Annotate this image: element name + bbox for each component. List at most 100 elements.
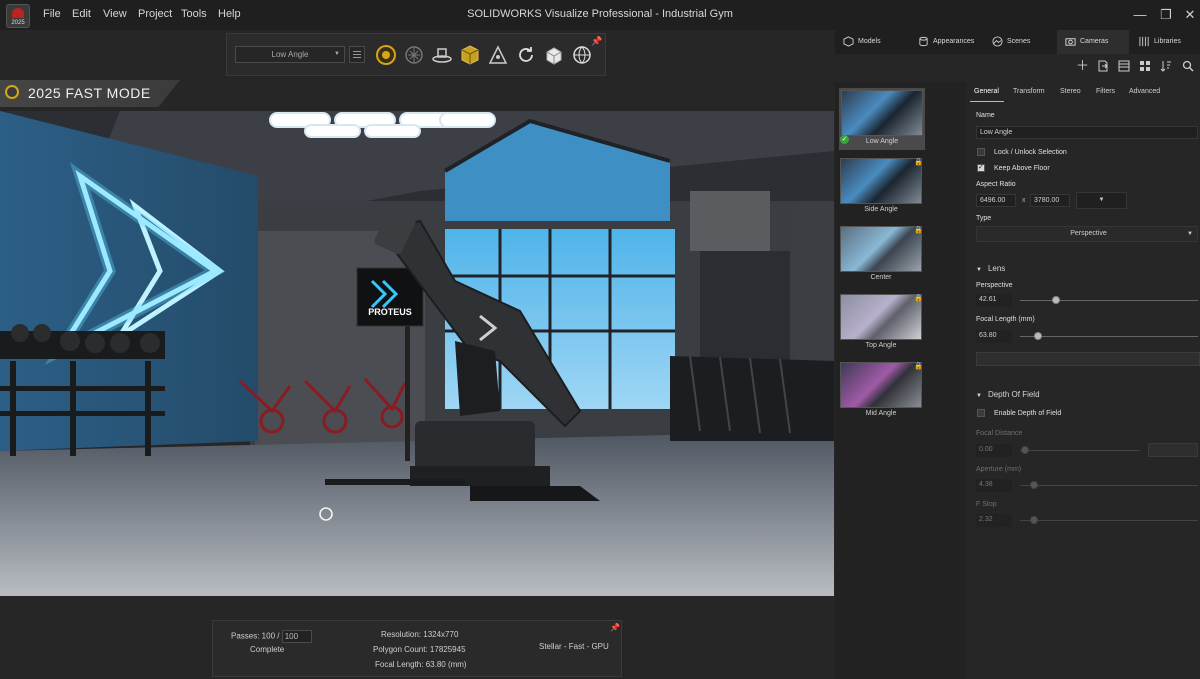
import-icon[interactable] bbox=[1097, 60, 1109, 72]
camera-preview bbox=[840, 294, 922, 340]
fstop-input[interactable]: 2.32 bbox=[976, 514, 1012, 527]
app-year: 2025 bbox=[11, 20, 25, 26]
tab-cameras[interactable]: Cameras bbox=[1057, 30, 1129, 54]
focal-distance-slider-knob[interactable] bbox=[1021, 446, 1029, 454]
name-input[interactable]: Low Angle bbox=[976, 126, 1198, 139]
lens-section-header[interactable]: ▼ Lens bbox=[976, 264, 1005, 273]
camera-thumb-center[interactable]: 🔒 Center bbox=[840, 226, 923, 284]
stats-pin-icon[interactable]: 📌 bbox=[610, 623, 620, 632]
floor-icon[interactable] bbox=[431, 44, 453, 66]
tab-appearances[interactable]: Appearances bbox=[918, 30, 993, 54]
title-bar: 2025 File Edit View Project Tools Help S… bbox=[0, 0, 1200, 30]
fstop-slider-knob[interactable] bbox=[1030, 516, 1039, 524]
camera-thumb-top-angle[interactable]: 🔒 Top Angle bbox=[840, 294, 923, 352]
focal-length-slider-track[interactable] bbox=[1020, 336, 1198, 337]
focal-distance-label: Focal Distance bbox=[976, 430, 1023, 437]
globe-icon[interactable] bbox=[571, 44, 593, 66]
aperture-slider-track[interactable] bbox=[1020, 485, 1198, 486]
render-view[interactable]: PROTEUS bbox=[0, 111, 834, 596]
render-mode-icon[interactable] bbox=[375, 44, 397, 66]
lock-selection-label: Lock / Unlock Selection bbox=[994, 149, 1067, 156]
camera-thumb-label: Top Angle bbox=[865, 342, 897, 349]
fast-mode-label: 2025 FAST MODE bbox=[28, 85, 151, 101]
brain-icon[interactable] bbox=[403, 44, 425, 66]
type-select[interactable]: Perspective ▼ bbox=[976, 226, 1198, 242]
camera-preview bbox=[840, 158, 922, 204]
chevron-down-icon: ▼ bbox=[334, 51, 340, 57]
tab-general[interactable]: General bbox=[974, 88, 999, 95]
search-icon[interactable] bbox=[1182, 60, 1194, 72]
gym-render-image: PROTEUS bbox=[0, 111, 834, 596]
pick-button[interactable] bbox=[1148, 443, 1198, 457]
scene-icon bbox=[992, 36, 1003, 47]
rotate-icon[interactable] bbox=[515, 44, 537, 66]
tab-stereo[interactable]: Stereo bbox=[1060, 88, 1081, 95]
tab-advanced[interactable]: Advanced bbox=[1129, 88, 1160, 95]
box-icon[interactable] bbox=[543, 44, 565, 66]
camera-select[interactable]: Low Angle ▼ bbox=[235, 46, 345, 63]
camera-thumb-label: Low Angle bbox=[865, 138, 899, 145]
library-icon bbox=[1139, 36, 1149, 46]
focal-distance-input[interactable]: 0.00 bbox=[976, 444, 1012, 457]
aperture-slider-knob[interactable] bbox=[1030, 481, 1039, 489]
focal-length-input[interactable]: 63.80 bbox=[976, 330, 1012, 343]
axis-icon[interactable] bbox=[487, 44, 509, 66]
resolution-text: Resolution: 1324x770 bbox=[381, 630, 459, 639]
render-stats-panel: Passes: 100 / 100 Complete Resolution: 1… bbox=[212, 620, 622, 677]
passes-max-input[interactable]: 100 bbox=[281, 630, 312, 643]
dof-section-header[interactable]: ▼ Depth Of Field bbox=[976, 390, 1040, 399]
perspective-slider-knob[interactable] bbox=[1051, 296, 1060, 304]
camera-thumb-label: Side Angle bbox=[864, 206, 898, 213]
keep-above-floor-checkbox[interactable] bbox=[977, 163, 985, 172]
aspect-width-input[interactable]: 6496.00 bbox=[976, 194, 1016, 207]
camera-select-value: Low Angle bbox=[271, 50, 309, 59]
perspective-input[interactable]: 42.61 bbox=[976, 294, 1012, 307]
passes-label: Passes: 100 / bbox=[231, 631, 280, 641]
right-panel: Models Appearances Scenes Cameras Librar… bbox=[835, 30, 1200, 679]
camera-thumb-low-angle[interactable]: ✓ Low Angle bbox=[839, 88, 925, 150]
plus-icon[interactable]: ＋ bbox=[1076, 59, 1089, 72]
tab-filters[interactable]: Filters bbox=[1096, 88, 1115, 95]
grid-icon[interactable] bbox=[1139, 60, 1151, 72]
camera-thumb-label: Mid Angle bbox=[865, 410, 897, 417]
render-status: Complete bbox=[250, 645, 285, 654]
perspective-label: Perspective bbox=[976, 282, 1013, 289]
focal-length-text: Focal Length: 63.80 (mm) bbox=[375, 660, 467, 669]
lock-icon: 🔒 bbox=[914, 227, 923, 234]
aperture-input[interactable]: 4.38 bbox=[976, 479, 1012, 492]
camera-icon bbox=[1065, 37, 1076, 46]
fstop-label: F Stop bbox=[976, 501, 997, 508]
focal-distance-slider-track[interactable] bbox=[1020, 450, 1140, 451]
match-button[interactable] bbox=[976, 352, 1200, 366]
cube-icon[interactable] bbox=[459, 44, 481, 66]
property-tabs: General Transform Stereo Filters Advance… bbox=[968, 82, 1200, 102]
enable-dof-checkbox[interactable] bbox=[977, 409, 985, 417]
tab-models[interactable]: Models bbox=[843, 30, 913, 54]
aspect-preset-select[interactable]: ▼ bbox=[1076, 192, 1127, 209]
fast-mode-badge: 2025 FAST MODE bbox=[0, 80, 180, 107]
camera-thumb-mid-angle[interactable]: 🔒 Mid Angle bbox=[840, 362, 923, 420]
chevron-down-icon: ▼ bbox=[976, 267, 982, 273]
type-label: Type bbox=[976, 215, 992, 222]
fstop-slider-track[interactable] bbox=[1020, 520, 1198, 521]
lock-selection-checkbox[interactable] bbox=[977, 148, 985, 156]
keep-above-floor-label: Keep Above Floor bbox=[994, 165, 1050, 172]
close-icon[interactable]: ✕ bbox=[1181, 6, 1199, 24]
tab-transform[interactable]: Transform bbox=[1013, 88, 1045, 95]
tab-libraries[interactable]: Libraries bbox=[1139, 30, 1199, 54]
minimize-icon[interactable]: — bbox=[1131, 6, 1149, 24]
tab-scenes[interactable]: Scenes bbox=[992, 30, 1057, 54]
camera-thumb-side-angle[interactable]: 🔒 Side Angle bbox=[840, 158, 923, 216]
camera-list-button[interactable] bbox=[349, 46, 365, 63]
restore-icon[interactable]: ❐ bbox=[1157, 6, 1175, 24]
focal-length-slider-knob[interactable] bbox=[1033, 332, 1042, 340]
chevron-down-icon: ▼ bbox=[976, 393, 982, 399]
viewport-toolbar: Low Angle ▼ 📌 bbox=[226, 33, 606, 76]
proteus-sign-text: PROTEUS bbox=[368, 307, 412, 317]
layout-icon[interactable] bbox=[1118, 60, 1130, 72]
pin-icon[interactable]: 📌 bbox=[591, 36, 602, 46]
perspective-slider-track[interactable] bbox=[1020, 300, 1198, 301]
aspect-height-input[interactable]: 3780.00 bbox=[1030, 194, 1070, 207]
sort-icon[interactable] bbox=[1160, 60, 1172, 72]
camera-preview bbox=[840, 226, 922, 272]
